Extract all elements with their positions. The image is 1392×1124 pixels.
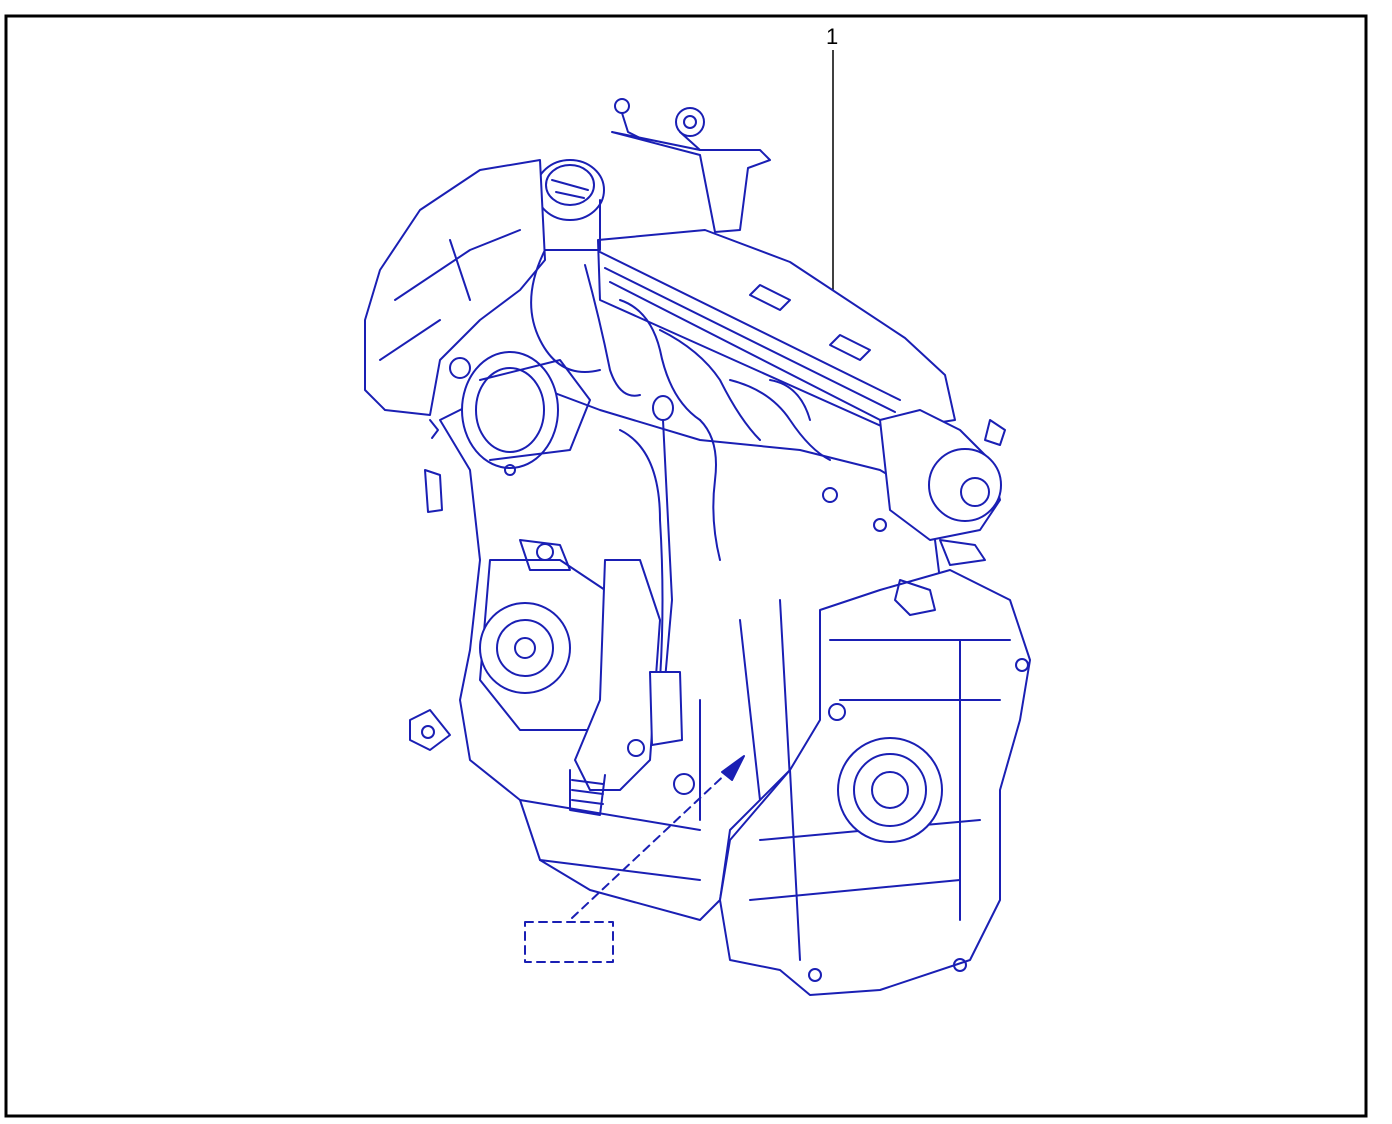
callout-1-number: 1 xyxy=(826,24,838,49)
parts-diagram: 1 xyxy=(4,14,1368,1118)
